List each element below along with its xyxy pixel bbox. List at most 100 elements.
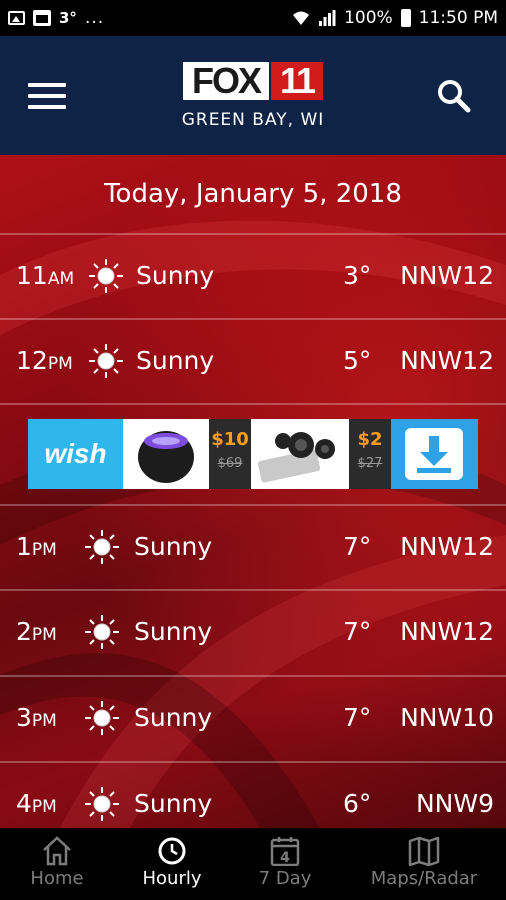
- hour-number: 11: [16, 261, 48, 290]
- status-bar-right: 100% 11:50 PM: [292, 8, 498, 28]
- hour-condition: Sunny: [134, 789, 213, 818]
- hour-time: 3PM: [16, 676, 57, 760]
- nav-maps-radar[interactable]: Maps/Radar: [362, 828, 486, 900]
- ad-price-was-2: $27: [357, 456, 383, 471]
- hour-temperature: 7°: [343, 617, 372, 646]
- hour-row-2pm[interactable]: 2PM Sunny 7° NNW12: [0, 590, 506, 674]
- ad-brand-logo: wish: [28, 419, 123, 489]
- hour-condition: Sunny: [134, 532, 213, 561]
- hour-number: 4: [16, 789, 32, 818]
- ad-price-tag-1: $10 $69: [209, 419, 251, 489]
- sun-icon: [85, 787, 119, 821]
- hour-temperature: 6°: [343, 789, 372, 818]
- menu-button[interactable]: [28, 83, 66, 109]
- hour-number: 2: [16, 617, 32, 646]
- menu-icon-bar: [28, 105, 66, 109]
- sun-icon: [89, 344, 123, 378]
- battery-percentage: 100%: [344, 8, 393, 28]
- nav-maps-radar-label: Maps/Radar: [370, 868, 478, 889]
- ad-download-button[interactable]: [391, 419, 478, 489]
- hour-period: PM: [47, 354, 73, 374]
- hour-temperature: 7°: [343, 532, 372, 561]
- hour-row-4pm[interactable]: 4PM Sunny 6° NNW9: [0, 762, 506, 828]
- hour-wind: NNW12: [400, 532, 494, 561]
- hour-temperature: 3°: [343, 261, 372, 290]
- row-divider: [0, 403, 506, 405]
- hour-time: 2PM: [16, 590, 57, 674]
- ad-price-tag-2: $2 $27: [349, 419, 391, 489]
- ad-banner[interactable]: wish $10 $69 $2 $27: [28, 419, 478, 489]
- download-icon: [405, 428, 463, 480]
- ad-product-lens-image: [251, 419, 349, 489]
- hour-period: AM: [47, 269, 75, 289]
- menu-icon-bar: [28, 94, 66, 98]
- bottom-navigation: Home Hourly 4 7 Day Maps/Radar: [0, 828, 506, 900]
- hour-wind: NNW10: [400, 703, 494, 732]
- wifi-icon: [292, 10, 310, 26]
- menu-icon-bar: [28, 83, 66, 87]
- clock-time: 11:50 PM: [418, 8, 498, 28]
- status-bar-left: 3° ...: [8, 8, 104, 28]
- ad-price-now-1: $10: [211, 429, 249, 450]
- search-button[interactable]: [436, 78, 472, 114]
- nav-7-day-label: 7 Day: [258, 868, 312, 889]
- nav-home[interactable]: Home: [18, 828, 96, 900]
- ad-product-speaker-image: [123, 419, 209, 489]
- hour-row-3pm[interactable]: 3PM Sunny 7° NNW10: [0, 676, 506, 760]
- hour-wind: NNW12: [400, 617, 494, 646]
- hour-period: PM: [31, 797, 57, 817]
- hour-condition: Sunny: [136, 261, 215, 290]
- hour-period: PM: [31, 711, 57, 731]
- hour-number: 12: [16, 346, 48, 375]
- status-bar: 3° ... 100% 11:50 PM: [0, 0, 506, 36]
- temperature-notification: 3°: [59, 9, 77, 27]
- clock-icon: [158, 837, 186, 865]
- nav-home-label: Home: [30, 868, 84, 889]
- map-icon: [408, 836, 440, 866]
- image-notification-icon: [8, 11, 25, 25]
- nav-hourly-label: Hourly: [142, 868, 202, 889]
- ad-price-was-1: $69: [217, 456, 243, 471]
- calendar-icon-number: 4: [280, 850, 290, 866]
- hour-row-12pm[interactable]: 12PM Sunny 5° NNW12: [0, 319, 506, 403]
- app-header: FOX 11 GREEN BAY, WI: [0, 36, 506, 155]
- nav-hourly[interactable]: Hourly: [132, 828, 212, 900]
- battery-icon: [400, 9, 411, 27]
- calendar-icon: 4: [270, 837, 300, 866]
- sun-icon: [85, 701, 119, 735]
- hour-condition: Sunny: [136, 346, 215, 375]
- hour-number: 1: [16, 532, 32, 561]
- hour-wind: NNW9: [415, 789, 494, 818]
- hour-condition: Sunny: [134, 617, 213, 646]
- nav-7-day[interactable]: 4 7 Day: [248, 828, 322, 900]
- hour-row-1pm[interactable]: 1PM Sunny 7° NNW12: [0, 505, 506, 589]
- hour-condition: Sunny: [134, 703, 213, 732]
- sun-icon: [89, 259, 123, 293]
- hourly-forecast-list[interactable]: Today, January 5, 2018 11AM Sunny 3° NNW…: [0, 155, 506, 828]
- hour-row-11am[interactable]: 11AM Sunny 3° NNW12: [0, 234, 506, 318]
- logo-number-text: 11: [271, 62, 323, 100]
- more-notifications: ...: [84, 8, 105, 28]
- hour-temperature: 7°: [343, 703, 372, 732]
- forecast-date: Today, January 5, 2018: [104, 179, 402, 209]
- location-label: GREEN BAY, WI: [181, 110, 325, 130]
- hour-time: 11AM: [16, 234, 74, 318]
- sun-icon: [85, 615, 119, 649]
- calendar-notification-icon: [33, 10, 51, 26]
- fox11-logo: FOX 11: [183, 62, 323, 102]
- sun-icon: [85, 530, 119, 564]
- ad-price-now-2: $2: [357, 429, 383, 450]
- hour-temperature: 5°: [343, 346, 372, 375]
- home-icon: [43, 836, 71, 866]
- signal-icon: [318, 10, 336, 26]
- hour-time: 1PM: [16, 505, 57, 589]
- hour-wind: NNW12: [400, 261, 494, 290]
- hour-time: 12PM: [16, 319, 73, 403]
- hour-period: PM: [31, 625, 57, 645]
- hour-time: 4PM: [16, 762, 57, 828]
- hour-period: PM: [31, 540, 57, 560]
- logo-fox-text: FOX: [183, 62, 269, 100]
- hour-number: 3: [16, 703, 32, 732]
- hour-wind: NNW12: [400, 346, 494, 375]
- search-icon: [438, 80, 471, 113]
